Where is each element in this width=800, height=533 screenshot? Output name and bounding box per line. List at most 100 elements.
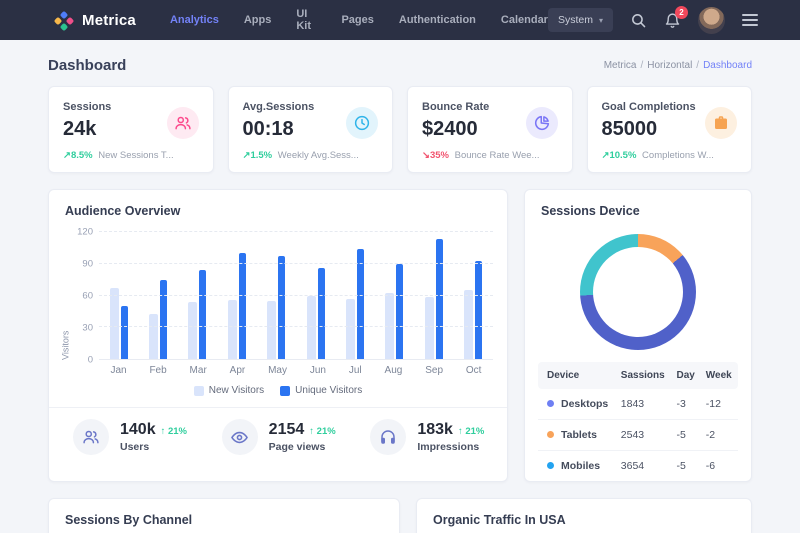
table-row-tablets: Tablets2543-5-2 xyxy=(538,420,738,451)
breadcrumb-separator: / xyxy=(640,60,643,71)
audience-overview-card: Audience Overview Visitors 0306090120 Ja… xyxy=(48,189,508,482)
breadcrumb-link-metrica[interactable]: Metrica xyxy=(604,60,637,71)
unique-visitors-bar[interactable] xyxy=(396,264,403,359)
nav-item-pages[interactable]: Pages xyxy=(341,14,373,26)
unique-visitors-bar[interactable] xyxy=(475,261,482,359)
notifications-button[interactable]: 2 xyxy=(664,12,681,29)
new-visitors-bar[interactable] xyxy=(110,288,119,359)
notification-badge: 2 xyxy=(675,6,688,19)
nav-item-ui-kit[interactable]: UI Kit xyxy=(296,8,316,32)
sessions-device-donut-chart xyxy=(580,234,696,350)
menu-icon xyxy=(742,14,758,16)
legend-new-visitors[interactable]: New Visitors xyxy=(194,385,264,396)
gridline xyxy=(99,263,493,264)
stat-label: Avg.Sessions xyxy=(243,99,315,113)
new-visitors-bar[interactable] xyxy=(149,314,158,360)
chevron-down-icon: ▾ xyxy=(599,16,603,25)
x-tick-label: Sep xyxy=(425,365,443,376)
new-visitors-bar[interactable] xyxy=(464,290,473,359)
unique-visitors-bar[interactable] xyxy=(160,280,167,359)
gridline xyxy=(99,326,493,327)
system-dropdown[interactable]: System ▾ xyxy=(548,8,613,32)
breadcrumb-link-horizontal[interactable]: Horizontal xyxy=(647,60,692,71)
x-tick-label: Mar xyxy=(190,365,207,376)
stat-card-goal-completions: Goal Completions85000↗10.5% Completions … xyxy=(587,86,753,173)
stat-label: Sessions xyxy=(63,99,111,113)
x-tick-label: Aug xyxy=(385,365,403,376)
new-visitors-bar[interactable] xyxy=(188,302,197,359)
stat-cards-row: Sessions 24k ↗8.5% New Sessions T... Avg.Se… xyxy=(0,86,800,173)
new-visitors-bar[interactable] xyxy=(307,296,316,360)
users-icon xyxy=(73,419,109,455)
organic-traffic-card: Organic Traffic In USA + xyxy=(416,498,752,533)
x-tick-label: Apr xyxy=(230,365,246,376)
new-visitors-bar[interactable] xyxy=(425,297,434,359)
stat-value: 24k xyxy=(63,118,111,141)
bar-group-jan xyxy=(110,232,128,359)
bar-group-oct xyxy=(464,232,482,359)
stat-description: ↗1.5% Weekly Avg.Sess... xyxy=(243,150,379,161)
nav-menu: Analytics Apps UI Kit Pages Authentication Ca… xyxy=(170,8,548,32)
x-tick-label: Oct xyxy=(466,365,482,376)
unique-visitors-bar[interactable] xyxy=(357,249,364,359)
stat-value: 00:18 xyxy=(243,118,315,141)
new-visitors-bar[interactable] xyxy=(346,299,355,359)
unique-visitors-bar[interactable] xyxy=(318,268,325,359)
stat-card-bounce-rate: Bounce Rate$2400↘35% Bounce Rate Wee... xyxy=(407,86,573,173)
nav-item-authentication[interactable]: Authentication xyxy=(399,14,476,26)
audience-stat-impressions: 183k↑ 21%Impressions xyxy=(352,419,501,455)
y-tick-label: 60 xyxy=(82,291,93,302)
stat-card-avg-sessions: Avg.Sessions 00:18 ↗1.5% Weekly Avg.Sess..… xyxy=(228,86,394,173)
x-tick-label: Jun xyxy=(310,365,326,376)
bar-group-jun xyxy=(307,232,325,359)
sessions-by-channel-title: Sessions By Channel xyxy=(49,499,399,527)
stat-description: ↗8.5% New Sessions T... xyxy=(63,150,199,161)
sessions-device-card: Sessions Device DeviceSassionsDayWeek De… xyxy=(524,189,752,482)
table-row-desktops: Desktops1843-3-12 xyxy=(538,389,738,420)
new-visitors-bar[interactable] xyxy=(228,300,237,359)
x-axis-labels: JanFebMarAprMayJunJulAugSepOct xyxy=(99,365,493,376)
menu-toggle-button[interactable] xyxy=(742,14,758,26)
unique-visitors-bar[interactable] xyxy=(278,256,285,359)
search-icon xyxy=(630,12,647,29)
nav-item-apps[interactable]: Apps xyxy=(244,14,272,26)
device-table-header: DeviceSassionsDayWeek xyxy=(538,362,738,389)
eye-icon xyxy=(222,419,258,455)
sessions-by-channel-card: Sessions By Channel Organic SearchSocial… xyxy=(48,498,400,533)
stat-description: ↗10.5% Completions W... xyxy=(602,150,738,161)
breadcrumb: Metrica/Horizontal/Dashboard xyxy=(604,60,752,71)
y-tick-label: 120 xyxy=(77,227,93,238)
audience-stats: 140k↑ 21%Users2154↑ 21%Page views183k↑ 2… xyxy=(49,407,507,467)
device-col-sassions: Sassions xyxy=(616,362,672,389)
y-tick-label: 90 xyxy=(82,259,93,270)
unique-visitors-bar[interactable] xyxy=(436,239,443,359)
device-table: DeviceSassionsDayWeek Desktops1843-3-12T… xyxy=(538,362,738,481)
breadcrumb-link-dashboard[interactable]: Dashboard xyxy=(703,60,752,71)
stat-description: ↘35% Bounce Rate Wee... xyxy=(422,150,558,161)
brand[interactable]: Metrica xyxy=(55,11,136,30)
y-tick-label: 30 xyxy=(82,323,93,334)
gridline xyxy=(99,295,493,296)
unique-visitors-bar[interactable] xyxy=(199,270,206,359)
sessions-device-title: Sessions Device xyxy=(525,190,751,218)
unique-visitors-bar[interactable] xyxy=(239,253,246,359)
bar-group-sep xyxy=(425,232,443,359)
stat-label: Bounce Rate xyxy=(422,99,489,113)
user-avatar[interactable] xyxy=(698,7,725,34)
y-axis-label: Visitors xyxy=(59,232,72,360)
device-table-body: Desktops1843-3-12Tablets2543-5-2Mobiles3… xyxy=(538,389,738,481)
nav-item-calendar[interactable]: Calendar xyxy=(501,14,548,26)
stat-value: 85000 xyxy=(602,118,696,141)
top-navbar: Metrica Analytics Apps UI Kit Pages Authenti… xyxy=(0,0,800,40)
new-visitors-bar[interactable] xyxy=(267,301,276,359)
page-header: Dashboard Metrica/Horizontal/Dashboard xyxy=(0,40,800,86)
clock-icon xyxy=(346,107,378,139)
device-col-device: Device xyxy=(538,362,616,389)
bar-group-mar xyxy=(188,232,206,359)
organic-traffic-title: Organic Traffic In USA xyxy=(417,499,751,527)
pie-chart-icon xyxy=(526,107,558,139)
unique-visitors-bar[interactable] xyxy=(121,306,128,359)
legend-unique-visitors[interactable]: Unique Visitors xyxy=(280,385,362,396)
search-button[interactable] xyxy=(630,12,647,29)
nav-item-analytics[interactable]: Analytics xyxy=(170,14,219,26)
